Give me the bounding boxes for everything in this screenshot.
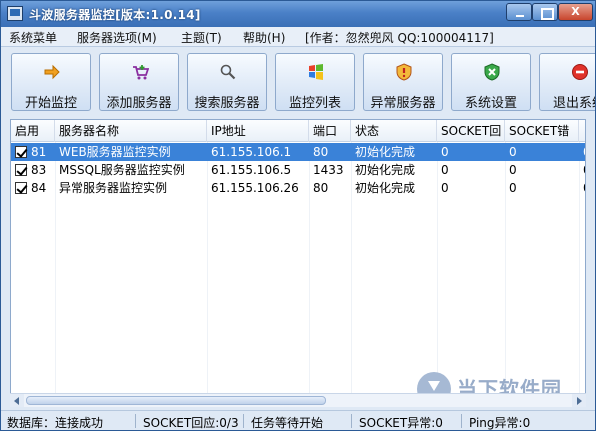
title-bar[interactable]: 斗波服务器监控[版本:1.0.14] X bbox=[1, 1, 595, 27]
socket-response: 0 bbox=[441, 181, 449, 195]
server-ip: 61.155.106.5 bbox=[211, 163, 292, 177]
status-separator bbox=[351, 414, 352, 428]
add-server-button[interactable]: 添加服务器 bbox=[99, 53, 179, 111]
scroll-left-icon[interactable] bbox=[10, 394, 24, 407]
server-name: 异常服务器监控实例 bbox=[59, 181, 168, 195]
server-name: WEB服务器监控实例 bbox=[59, 145, 171, 159]
menu-bar: 系统菜单 服务器选项(M) 主题(T) 帮助(H) [作者：忽然兜风 QQ:10… bbox=[1, 27, 595, 47]
table-row[interactable]: 81 WEB服务器监控实例 61.155.106.1 80 初始化完成 0 0 … bbox=[11, 143, 585, 161]
magnifier-icon bbox=[220, 64, 236, 80]
toolbar: 开始监控 添加服务器 搜索服务器 监控列表 异常服务器 系统设置 退出系 bbox=[1, 48, 595, 118]
settings-shield-icon bbox=[484, 63, 500, 81]
col-socket-response[interactable]: SOCKET回 bbox=[437, 120, 505, 142]
status-socket-response: SOCKET回应:0/3 bbox=[143, 416, 239, 430]
monitor-list-button[interactable]: 监控列表 bbox=[275, 53, 355, 111]
server-status: 初始化完成 bbox=[355, 145, 416, 159]
scroll-right-icon[interactable] bbox=[572, 394, 586, 407]
menu-help[interactable]: 帮助(H) bbox=[243, 29, 285, 46]
search-server-button[interactable]: 搜索服务器 bbox=[187, 53, 267, 111]
exit-system-button[interactable]: 退出系统 bbox=[539, 53, 595, 111]
status-separator bbox=[461, 414, 462, 428]
server-id: 84 bbox=[31, 181, 47, 195]
system-settings-button[interactable]: 系统设置 bbox=[451, 53, 531, 111]
col-socket-error[interactable]: SOCKET错 bbox=[505, 120, 579, 142]
table-header: 启用 服务器名称 IP地址 端口 状态 SOCKET回 SOCKET错 bbox=[11, 120, 585, 142]
col-enabled[interactable]: 启用 bbox=[11, 120, 55, 142]
window-title: 斗波服务器监控[版本:1.0.14] bbox=[29, 8, 201, 22]
menu-server-options[interactable]: 服务器选项(M) bbox=[77, 29, 157, 46]
server-name: MSSQL服务器监控实例 bbox=[59, 163, 185, 177]
horizontal-scrollbar[interactable] bbox=[10, 393, 586, 407]
app-icon bbox=[7, 6, 23, 21]
extra-value: 0 bbox=[579, 179, 585, 197]
close-button[interactable]: X bbox=[558, 3, 593, 21]
server-port: 1433 bbox=[313, 163, 344, 177]
status-separator bbox=[243, 414, 244, 428]
status-socket-error: SOCKET异常:0 bbox=[359, 416, 443, 430]
maximize-button[interactable] bbox=[532, 3, 558, 21]
warning-shield-icon bbox=[396, 63, 412, 81]
status-separator bbox=[135, 414, 136, 428]
col-status[interactable]: 状态 bbox=[351, 120, 437, 142]
status-ping-error: Ping异常:0 bbox=[469, 416, 531, 430]
status-database: 数据库：连接成功 bbox=[7, 416, 104, 430]
server-port: 80 bbox=[313, 181, 329, 195]
server-ip: 61.155.106.1 bbox=[211, 145, 292, 159]
server-table[interactable]: 启用 服务器名称 IP地址 端口 状态 SOCKET回 SOCKET错 81 W… bbox=[10, 119, 586, 407]
server-ip: 61.155.106.26 bbox=[211, 181, 299, 195]
status-bar: 数据库：连接成功 SOCKET回应:0/3 任务等待开始 SOCKET异常:0 … bbox=[1, 410, 595, 430]
extra-value: 0 bbox=[579, 143, 585, 161]
socket-response: 0 bbox=[441, 163, 449, 177]
author-info: [作者：忽然兜风 QQ:100004117] bbox=[305, 31, 494, 45]
socket-error: 0 bbox=[509, 145, 517, 159]
extra-value: 0 bbox=[579, 161, 585, 179]
abnormal-server-button[interactable]: 异常服务器 bbox=[363, 53, 443, 111]
server-status: 初始化完成 bbox=[355, 163, 416, 177]
windows-flag-icon bbox=[309, 64, 323, 80]
enable-checkbox[interactable] bbox=[15, 146, 27, 158]
arrow-right-icon bbox=[44, 64, 60, 80]
col-ip[interactable]: IP地址 bbox=[207, 120, 309, 142]
scroll-thumb[interactable] bbox=[26, 396, 326, 405]
main-window: 斗波服务器监控[版本:1.0.14] X 系统菜单 服务器选项(M) 主题(T)… bbox=[0, 0, 596, 431]
menu-theme[interactable]: 主题(T) bbox=[181, 29, 222, 46]
socket-error: 0 bbox=[509, 163, 517, 177]
server-port: 80 bbox=[313, 145, 329, 159]
status-task: 任务等待开始 bbox=[251, 416, 324, 430]
cart-add-icon bbox=[133, 65, 149, 80]
stop-icon bbox=[572, 64, 588, 80]
server-id: 81 bbox=[31, 145, 47, 159]
menu-system[interactable]: 系统菜单 bbox=[9, 29, 57, 46]
col-more[interactable] bbox=[579, 120, 585, 142]
start-monitor-button[interactable]: 开始监控 bbox=[11, 53, 91, 111]
enable-checkbox[interactable] bbox=[15, 182, 27, 194]
server-id: 83 bbox=[31, 163, 47, 177]
enable-checkbox[interactable] bbox=[15, 164, 27, 176]
server-status: 初始化完成 bbox=[355, 181, 416, 195]
table-row[interactable]: 83 MSSQL服务器监控实例 61.155.106.5 1433 初始化完成 … bbox=[11, 161, 585, 179]
socket-response: 0 bbox=[441, 145, 449, 159]
socket-error: 0 bbox=[509, 181, 517, 195]
minimize-button[interactable] bbox=[506, 3, 532, 21]
table-row[interactable]: 84 异常服务器监控实例 61.155.106.26 80 初始化完成 0 0 … bbox=[11, 179, 585, 197]
col-server-name[interactable]: 服务器名称 bbox=[55, 120, 207, 142]
col-port[interactable]: 端口 bbox=[309, 120, 351, 142]
